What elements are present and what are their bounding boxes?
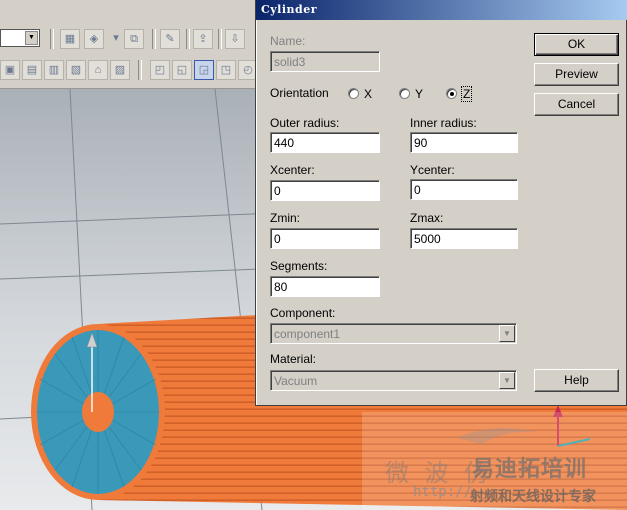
ycenter-field[interactable]: 0 bbox=[410, 179, 518, 200]
radio-x-label: X bbox=[364, 87, 373, 101]
preview-button[interactable]: Preview bbox=[534, 63, 619, 86]
cylinder-dialog: Cylinder Name: solid3 Orientation X Y Z … bbox=[255, 0, 627, 406]
view-top-icon[interactable]: ◳ bbox=[216, 60, 236, 80]
radio-y-label: Y bbox=[415, 87, 424, 101]
dialog-titlebar[interactable]: Cylinder bbox=[256, 0, 627, 20]
toolbar-separator bbox=[186, 29, 190, 49]
xcenter-field[interactable]: 0 bbox=[270, 180, 380, 201]
grid-icon[interactable]: ▦ bbox=[60, 29, 80, 49]
toolbar-separator bbox=[152, 29, 156, 49]
name-field: solid3 bbox=[270, 51, 380, 72]
view-side-icon[interactable]: ◱ bbox=[172, 60, 192, 80]
material-select: Vacuum ▼ bbox=[270, 370, 517, 391]
dialog-title: Cylinder bbox=[261, 3, 317, 16]
xcenter-label: Xcenter: bbox=[270, 163, 315, 177]
multi-select-icon[interactable]: ▨ bbox=[110, 60, 130, 80]
view-iso-icon[interactable]: ◲ bbox=[194, 60, 214, 80]
edge-icon[interactable]: ▤ bbox=[22, 60, 42, 80]
segments-field[interactable]: 80 bbox=[270, 276, 380, 297]
toolbar-row-2: ▣ ▤ ▥ ▧ ⌂ ▨ ◰ ◱ ◲ ◳ ◴ bbox=[0, 57, 260, 87]
inner-radius-label: Inner radius: bbox=[410, 116, 477, 130]
cancel-button[interactable]: Cancel bbox=[534, 93, 619, 116]
toolbar-area: ▼ ▦ ◈ ▾ ⧉ ✎ ⇪ ⇩ ▣ ▤ ▥ ▧ ⌂ ▨ ◰ ◱ ◲ ◳ ◴ bbox=[0, 0, 260, 89]
radio-y-icon[interactable] bbox=[399, 88, 410, 99]
radio-selected-dot bbox=[450, 92, 454, 96]
watermark-subtitle: 射频和天线设计专家 bbox=[470, 488, 596, 504]
name-label: Name: bbox=[270, 34, 306, 48]
inner-radius-field[interactable]: 90 bbox=[410, 132, 518, 153]
cylinder-hole bbox=[82, 392, 114, 432]
toolbar-separator bbox=[138, 60, 142, 80]
toolbar-separator bbox=[50, 29, 54, 49]
toolbar-combo[interactable]: ▼ bbox=[0, 29, 40, 47]
material-value: Vacuum bbox=[274, 374, 318, 388]
toolbar-row-1: ▼ ▦ ◈ ▾ ⧉ ✎ ⇪ ⇩ bbox=[0, 26, 260, 56]
vertex-icon[interactable]: ▥ bbox=[44, 60, 64, 80]
chevron-down-icon[interactable]: ▼ bbox=[25, 31, 38, 45]
outer-radius-field[interactable]: 440 bbox=[270, 132, 380, 153]
segments-label: Segments: bbox=[270, 259, 328, 273]
edit-icon[interactable]: ✎ bbox=[160, 29, 180, 49]
transform-icon[interactable]: ⧉ bbox=[124, 29, 144, 49]
component-value: component1 bbox=[274, 327, 341, 341]
export-icon[interactable]: ⇪ bbox=[193, 29, 213, 49]
radio-z-label: Z bbox=[460, 86, 473, 102]
ok-button[interactable]: OK bbox=[534, 33, 619, 56]
orientation-label: Orientation bbox=[270, 86, 329, 100]
import-icon[interactable]: ⇩ bbox=[225, 29, 245, 49]
watermark-brand: 易迪拓培训 bbox=[472, 456, 588, 481]
orientation-radio-y[interactable]: Y bbox=[399, 87, 429, 103]
shape-icon[interactable]: ◈ bbox=[84, 29, 104, 49]
component-label: Component: bbox=[270, 306, 336, 320]
zmin-field[interactable]: 0 bbox=[270, 228, 380, 249]
chevron-down-icon: ▼ bbox=[499, 372, 515, 389]
orientation-radio-x[interactable]: X bbox=[348, 87, 378, 103]
zmin-label: Zmin: bbox=[270, 211, 300, 225]
help-button[interactable]: Help bbox=[534, 369, 619, 392]
component-select: component1 ▼ bbox=[270, 323, 517, 344]
material-label: Material: bbox=[270, 352, 317, 366]
zmax-label: Zmax: bbox=[410, 211, 444, 225]
orientation-radio-z[interactable]: Z bbox=[446, 86, 476, 103]
view-front-icon[interactable]: ◰ bbox=[150, 60, 170, 80]
solid-icon[interactable]: ▧ bbox=[66, 60, 86, 80]
chevron-down-icon[interactable]: ▾ bbox=[110, 29, 122, 49]
zmax-field[interactable]: 5000 bbox=[410, 228, 518, 249]
chevron-down-icon: ▼ bbox=[499, 325, 515, 342]
radio-x-icon[interactable] bbox=[348, 88, 359, 99]
home-icon[interactable]: ⌂ bbox=[88, 60, 108, 80]
watermark-url: http:// bbox=[413, 484, 473, 500]
face-icon[interactable]: ▣ bbox=[0, 60, 20, 80]
radio-z-icon[interactable] bbox=[446, 88, 457, 99]
ycenter-label: Ycenter: bbox=[410, 163, 455, 177]
outer-radius-label: Outer radius: bbox=[270, 116, 340, 130]
toolbar-separator bbox=[218, 29, 222, 49]
